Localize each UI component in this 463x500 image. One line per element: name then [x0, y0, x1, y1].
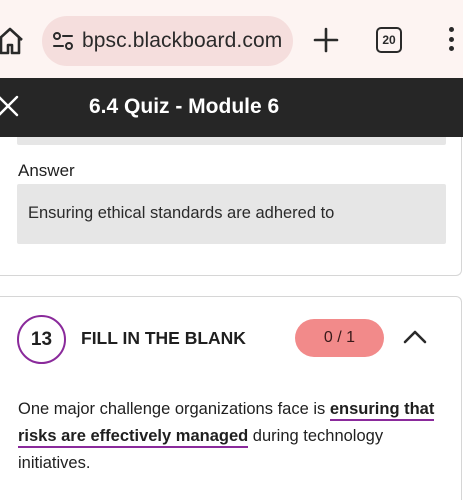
- url-text: bpsc.blackboard.com: [82, 29, 283, 52]
- chevron-up-icon[interactable]: [401, 327, 429, 347]
- previous-content-strip: [17, 137, 446, 145]
- previous-question-card: Answer Ensuring ethical standards are ad…: [0, 137, 462, 276]
- score-text: 0 / 1: [323, 329, 356, 346]
- browser-toolbar: bpsc.blackboard.com 20: [0, 0, 463, 78]
- answer-text: Ensuring ethical standards are adhered t…: [28, 204, 335, 222]
- tab-count: 20: [382, 33, 396, 47]
- more-vertical-icon[interactable]: [446, 27, 456, 55]
- tune-icon[interactable]: [52, 31, 74, 51]
- home-icon[interactable]: [0, 26, 24, 56]
- tab-switcher-button[interactable]: 20: [376, 27, 402, 53]
- answer-label: Answer: [18, 161, 75, 180]
- question-number: 13: [30, 328, 53, 350]
- score-badge: 0 / 1: [295, 319, 384, 357]
- quiz-header: 6.4 Quiz - Module 6: [0, 78, 463, 137]
- question-text: One major challenge organizations face i…: [18, 396, 438, 477]
- question-type: FILL IN THE BLANK: [81, 328, 246, 348]
- question-text-before: One major challenge organizations face i…: [18, 400, 330, 418]
- close-icon[interactable]: [0, 94, 22, 120]
- question-number-badge: 13: [17, 315, 66, 364]
- plus-icon[interactable]: [312, 26, 340, 54]
- answer-box: Ensuring ethical standards are adhered t…: [17, 184, 446, 244]
- address-bar[interactable]: bpsc.blackboard.com: [42, 16, 293, 66]
- page-title: 6.4 Quiz - Module 6: [89, 95, 280, 118]
- question-card: 13 FILL IN THE BLANK 0 / 1 One major cha…: [0, 296, 462, 500]
